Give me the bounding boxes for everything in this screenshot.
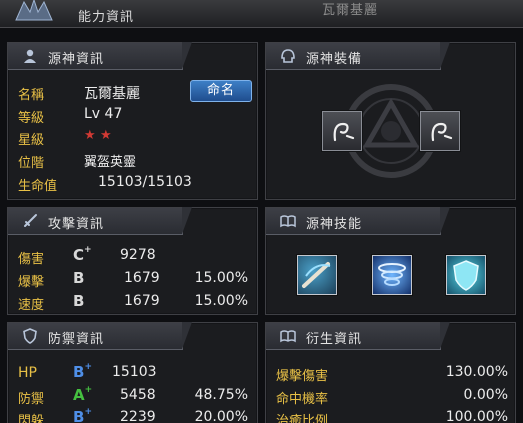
name-label: 名稱 xyxy=(18,88,45,103)
level-label: 等級 xyxy=(18,111,45,126)
grade-icon: B xyxy=(73,292,85,310)
equipment-slot-1[interactable] xyxy=(322,111,362,151)
rank-value: 翼盔英靈 xyxy=(84,155,137,170)
heal-ratio-label: 治癒比例 xyxy=(276,414,329,423)
defense-info-header: 防禦資訊 xyxy=(8,322,192,350)
star-label: 星級 xyxy=(18,133,45,148)
guardian-equipment-title: 源神裝備 xyxy=(306,52,363,67)
star-icon: ★ xyxy=(84,128,96,143)
hp-value: 15103/15103 xyxy=(98,174,192,190)
guardian-info-header: 源神資訊 xyxy=(8,42,192,70)
critical-label: 爆擊 xyxy=(18,275,45,290)
attack-info-header: 攻擊資訊 xyxy=(8,207,192,235)
damage-label: 傷害 xyxy=(18,252,45,267)
grade-icon: C+ xyxy=(73,245,92,264)
window-title-bar: 能力資訊 瓦爾基麗 xyxy=(0,0,523,28)
damage-value: 9278 xyxy=(120,247,156,263)
helmet-icon xyxy=(281,49,295,63)
grade-icon: B xyxy=(73,269,85,287)
derived-info-title: 衍生資訊 xyxy=(306,332,363,347)
guardian-equipment-header: 源神裝備 xyxy=(266,42,450,70)
heal-ratio-value: 100.00% xyxy=(445,409,508,423)
equipment-slot-2[interactable] xyxy=(420,111,460,151)
whirlwind-icon xyxy=(378,263,406,286)
star-icon: ★ xyxy=(100,128,112,143)
evasion-value: 2239 xyxy=(120,409,156,423)
guardian-skills-header: 源神技能 xyxy=(266,207,450,235)
skill-slot-1[interactable] xyxy=(297,255,337,295)
speed-value: 1679 xyxy=(124,293,160,309)
defense-label: 防禦 xyxy=(18,392,45,407)
guardian-equipment-panel: 源神裝備 xyxy=(265,42,516,200)
speed-label: 速度 xyxy=(18,298,45,313)
equipment-slot-icon xyxy=(333,122,355,142)
sword-icon xyxy=(24,214,37,227)
crit-damage-value: 130.00% xyxy=(445,364,508,380)
rename-button[interactable]: 命名 xyxy=(190,80,252,102)
skill-slot-3[interactable] xyxy=(446,255,486,295)
evasion-percent: 20.00% xyxy=(194,409,248,423)
defense-percent: 48.75% xyxy=(194,387,248,403)
crit-damage-label: 爆擊傷害 xyxy=(276,369,329,384)
hp-label: 生命值 xyxy=(18,179,58,194)
background-title-text: 瓦爾基麗 xyxy=(322,3,379,18)
name-value: 瓦爾基麗 xyxy=(84,86,140,102)
shield-icon xyxy=(453,260,479,291)
book-icon xyxy=(280,330,296,343)
rank-label: 位階 xyxy=(18,156,45,171)
window-title: 能力資訊 xyxy=(78,10,135,25)
sword-slash-icon xyxy=(302,262,331,288)
hp-stat-value: 15103 xyxy=(112,364,157,380)
critical-percent: 15.00% xyxy=(194,270,248,286)
speed-percent: 15.00% xyxy=(194,293,248,309)
derived-info-header: 衍生資訊 xyxy=(266,322,450,350)
defense-value: 5458 xyxy=(120,387,156,403)
equipment-slot-icon xyxy=(431,122,453,142)
shield-outline-icon xyxy=(23,328,37,344)
grade-icon: B+ xyxy=(73,362,92,381)
book-icon xyxy=(280,215,296,228)
hit-rate-value: 0.00% xyxy=(463,387,508,403)
guardian-skills-title: 源神技能 xyxy=(306,217,363,232)
grade-icon: A+ xyxy=(73,385,93,404)
attack-info-title: 攻擊資訊 xyxy=(48,217,105,232)
defense-info-title: 防禦資訊 xyxy=(48,332,105,347)
person-icon xyxy=(24,49,36,63)
game-logo-icon xyxy=(15,0,53,21)
skill-slot-2[interactable] xyxy=(372,255,412,295)
grade-icon: B+ xyxy=(73,407,92,423)
hp-stat-label: HP xyxy=(18,365,37,381)
critical-value: 1679 xyxy=(124,270,160,286)
guardian-info-title: 源神資訊 xyxy=(48,52,105,67)
hit-rate-label: 命中機率 xyxy=(276,392,329,407)
evasion-label: 閃躲 xyxy=(18,414,45,423)
level-value: Lv 47 xyxy=(84,106,123,122)
